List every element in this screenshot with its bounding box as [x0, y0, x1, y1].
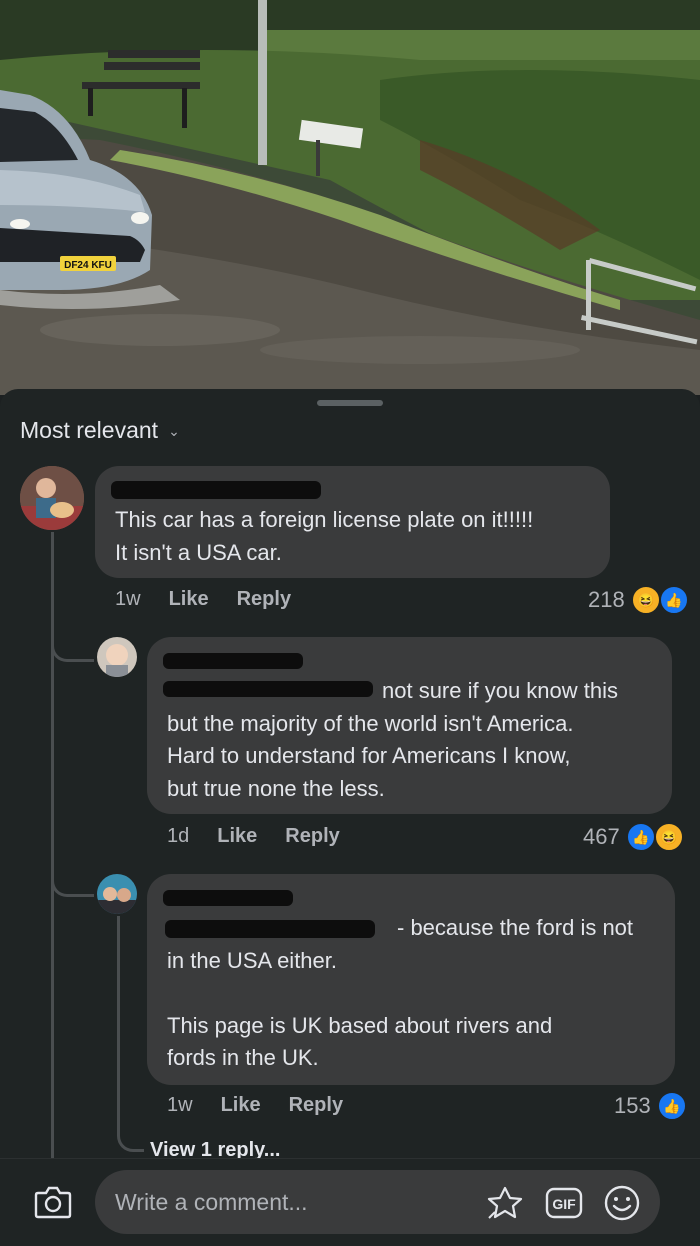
- comment-bubble[interactable]: This car has a foreign license plate on …: [95, 466, 610, 578]
- thread-elbow-view-replies: [117, 1109, 144, 1152]
- avatar-image: [97, 874, 137, 914]
- redacted-author-name: [163, 653, 303, 669]
- comment-actions: 1w Like Reply: [115, 588, 291, 611]
- like-button[interactable]: Like: [169, 588, 209, 611]
- avatar[interactable]: [97, 637, 137, 677]
- comment-bubble[interactable]: not sure if you know this but the majori…: [147, 637, 672, 814]
- reaction-count: 467: [583, 824, 620, 849]
- sort-dropdown[interactable]: Most relevant ⌄: [20, 417, 180, 444]
- post-photo[interactable]: DF24 KFU: [0, 0, 700, 395]
- thread-elbow-reply-2: [51, 844, 94, 897]
- comment-timestamp: 1w: [167, 1094, 193, 1116]
- comment-text: This car has a foreign license plate on …: [115, 507, 534, 565]
- reaction-summary[interactable]: 153 👍: [614, 1091, 687, 1121]
- avatar[interactable]: [97, 874, 137, 914]
- flooded-ford-photo: DF24 KFU: [0, 0, 700, 395]
- avatar-image: [20, 466, 84, 530]
- comment-timestamp: 1w: [115, 588, 141, 610]
- avatar-image: [97, 637, 137, 677]
- haha-reaction-icon: 😆: [653, 822, 684, 852]
- reply-button[interactable]: Reply: [285, 825, 339, 848]
- comment-actions: 1d Like Reply: [167, 825, 340, 848]
- sheet-drag-handle[interactable]: [317, 400, 383, 406]
- comment-text: not sure if you know this but the majori…: [167, 678, 619, 801]
- svg-text:GIF: GIF: [552, 1196, 576, 1212]
- comments-sheet: Most relevant ⌄ This car has a foreign l…: [0, 389, 700, 1246]
- like-button[interactable]: Like: [217, 825, 257, 848]
- reaction-summary[interactable]: 467 👍 😆: [583, 822, 684, 852]
- comment-text: - because the ford is not in the USA eit…: [167, 915, 634, 1070]
- sort-label: Most relevant: [20, 417, 159, 443]
- haha-reaction-icon: 😆: [630, 585, 661, 615]
- reaction-summary[interactable]: 218 😆 👍: [588, 585, 689, 615]
- gif-icon[interactable]: GIF: [545, 1187, 583, 1219]
- like-reaction-icon: 👍: [658, 585, 689, 615]
- reaction-count: 153: [614, 1093, 651, 1118]
- thread-line-reply-2: [117, 916, 120, 1126]
- license-plate-text: DF24 KFU: [64, 260, 112, 271]
- chevron-down-icon: ⌄: [168, 423, 180, 439]
- emoji-icon[interactable]: [603, 1184, 641, 1222]
- redacted-author-name: [111, 481, 321, 499]
- sticker-icon[interactable]: [485, 1184, 525, 1222]
- reply-button[interactable]: Reply: [237, 588, 291, 611]
- camera-icon[interactable]: [34, 1185, 72, 1219]
- comment-composer: Write a comment... GIF: [0, 1158, 700, 1246]
- comment-bubble[interactable]: - because the ford is not in the USA eit…: [147, 874, 675, 1085]
- comment-input-placeholder: Write a comment...: [115, 1189, 308, 1215]
- like-button[interactable]: Like: [221, 1094, 261, 1117]
- like-reaction-icon: 👍: [656, 1091, 687, 1121]
- thread-elbow-reply-1: [51, 609, 94, 662]
- like-reaction-icon: 👍: [625, 822, 656, 852]
- comment-input[interactable]: Write a comment... GIF: [95, 1170, 660, 1234]
- reaction-count: 218: [588, 587, 625, 612]
- comment-timestamp: 1d: [167, 825, 190, 847]
- comment-actions: 1w Like Reply: [167, 1094, 343, 1117]
- avatar[interactable]: [20, 466, 84, 530]
- reply-button[interactable]: Reply: [289, 1094, 343, 1117]
- redacted-author-name: [163, 890, 293, 906]
